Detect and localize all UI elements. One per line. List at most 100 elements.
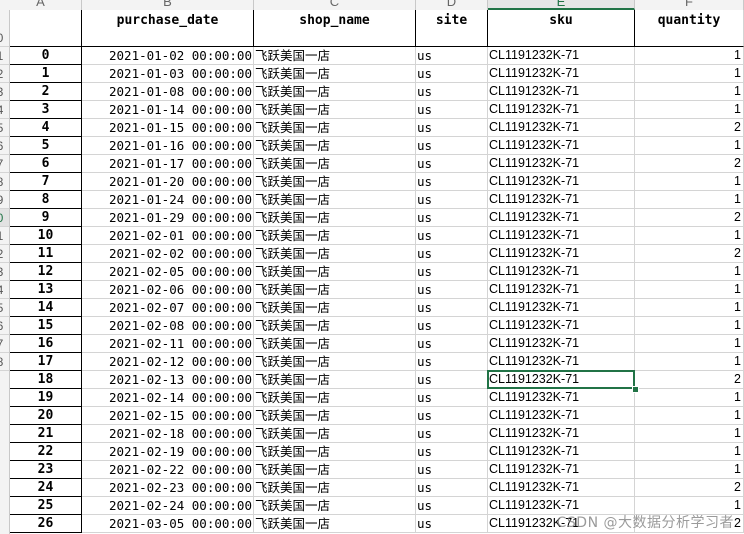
sku-cell[interactable]: CL1191232K-71 [488,335,635,353]
index-cell[interactable]: 4 [10,119,82,137]
index-cell[interactable]: 0 [10,47,82,65]
quantity-cell[interactable]: 2 [635,209,744,227]
shop-name-cell[interactable]: 飞跃美国一店 [254,209,416,227]
column-letter-a[interactable]: A [0,0,82,10]
sku-cell[interactable]: CL1191232K-71 [488,443,635,461]
purchase-date-header[interactable]: purchase_date [82,10,254,47]
purchase-date-cell[interactable]: 2021-03-05 00:00:00 [82,515,254,533]
sku-cell[interactable]: CL1191232K-71 [488,227,635,245]
shop-name-cell[interactable]: 飞跃美国一店 [254,317,416,335]
quantity-cell[interactable]: 1 [635,83,744,101]
row-number[interactable]: 0 [0,29,9,47]
purchase-date-cell[interactable]: 2021-02-23 00:00:00 [82,479,254,497]
quantity-cell[interactable]: 1 [635,461,744,479]
index-cell[interactable]: 26 [10,515,82,533]
shop-name-cell[interactable]: 飞跃美国一店 [254,173,416,191]
site-cell[interactable]: us [416,119,488,137]
index-cell[interactable]: 6 [10,155,82,173]
shop-name-cell[interactable]: 飞跃美国一店 [254,479,416,497]
sku-cell[interactable]: CL1191232K-71 [488,119,635,137]
sku-cell[interactable]: CL1191232K-71 [488,353,635,371]
quantity-cell[interactable]: 1 [635,263,744,281]
row-number[interactable]: 4 [0,281,9,299]
quantity-cell[interactable]: 1 [635,353,744,371]
quantity-cell[interactable]: 1 [635,65,744,83]
site-cell[interactable]: us [416,191,488,209]
index-cell[interactable]: 20 [10,407,82,425]
quantity-cell[interactable]: 1 [635,335,744,353]
shop-name-cell[interactable]: 飞跃美国一店 [254,335,416,353]
quantity-cell[interactable]: 1 [635,299,744,317]
quantity-cell[interactable]: 1 [635,173,744,191]
quantity-cell[interactable]: 1 [635,101,744,119]
site-cell[interactable]: us [416,407,488,425]
shop-name-cell[interactable]: 飞跃美国一店 [254,263,416,281]
sku-cell[interactable]: CL1191232K-71 [488,173,635,191]
purchase-date-cell[interactable]: 2021-02-01 00:00:00 [82,227,254,245]
purchase-date-cell[interactable]: 2021-01-14 00:00:00 [82,101,254,119]
purchase-date-cell[interactable]: 2021-02-13 00:00:00 [82,371,254,389]
purchase-date-cell[interactable]: 2021-02-19 00:00:00 [82,443,254,461]
quantity-cell[interactable]: 2 [635,479,744,497]
shop-name-cell[interactable]: 飞跃美国一店 [254,227,416,245]
site-cell[interactable]: us [416,425,488,443]
index-cell[interactable]: 15 [10,317,82,335]
index-cell[interactable]: 8 [10,191,82,209]
purchase-date-cell[interactable]: 2021-01-17 00:00:00 [82,155,254,173]
site-cell[interactable]: us [416,47,488,65]
sku-cell[interactable]: CL1191232K-71 [488,209,635,227]
shop-name-cell[interactable]: 飞跃美国一店 [254,137,416,155]
row-number[interactable]: 2 [0,65,9,83]
site-cell[interactable]: us [416,389,488,407]
quantity-cell[interactable]: 2 [635,119,744,137]
sku-cell[interactable]: CL1191232K-71 [488,281,635,299]
shop-name-cell[interactable]: 飞跃美国一店 [254,119,416,137]
purchase-date-cell[interactable]: 2021-01-29 00:00:00 [82,209,254,227]
row-number[interactable]: 5 [0,119,9,137]
row-number[interactable]: 9 [0,191,9,209]
site-cell[interactable]: us [416,479,488,497]
column-letter-d[interactable]: D [416,0,488,10]
quantity-cell[interactable]: 1 [635,425,744,443]
purchase-date-cell[interactable]: 2021-02-08 00:00:00 [82,317,254,335]
site-cell[interactable]: us [416,335,488,353]
quantity-cell[interactable]: 2 [635,155,744,173]
site-cell[interactable]: us [416,173,488,191]
sku-cell[interactable]: CL1191232K-71 [488,137,635,155]
purchase-date-cell[interactable]: 2021-01-20 00:00:00 [82,173,254,191]
site-cell[interactable]: us [416,227,488,245]
row-number[interactable]: 3 [0,83,9,101]
site-cell[interactable]: us [416,497,488,515]
sku-cell[interactable]: CL1191232K-71 [488,263,635,281]
sku-cell[interactable]: CL1191232K-71 [488,245,635,263]
row-number[interactable]: 2 [0,245,9,263]
purchase-date-cell[interactable]: 2021-01-02 00:00:00 [82,47,254,65]
shop-name-cell[interactable]: 飞跃美国一店 [254,443,416,461]
sku-cell[interactable]: CL1191232K-71 [488,407,635,425]
sku-cell[interactable]: CL1191232K-71 [488,479,635,497]
purchase-date-cell[interactable]: 2021-01-24 00:00:00 [82,191,254,209]
column-letter-c[interactable]: C [254,0,416,10]
quantity-cell[interactable]: 1 [635,281,744,299]
site-cell[interactable]: us [416,101,488,119]
shop-name-cell[interactable]: 飞跃美国一店 [254,101,416,119]
site-cell[interactable]: us [416,281,488,299]
site-cell[interactable]: us [416,461,488,479]
shop-name-cell[interactable]: 飞跃美国一店 [254,461,416,479]
purchase-date-cell[interactable]: 2021-02-18 00:00:00 [82,425,254,443]
shop-name-cell[interactable]: 飞跃美国一店 [254,245,416,263]
column-letter-f[interactable]: F [635,0,744,10]
sku-cell[interactable]: CL1191232K-71 [488,389,635,407]
shop-name-cell[interactable]: 飞跃美国一店 [254,65,416,83]
site-cell[interactable]: us [416,515,488,533]
index-cell[interactable]: 3 [10,101,82,119]
quantity-header[interactable]: quantity [635,10,744,47]
index-cell[interactable]: 23 [10,461,82,479]
sku-cell[interactable]: CL1191232K-71 [488,101,635,119]
sku-cell[interactable]: CL1191232K-71 [488,155,635,173]
sku-cell[interactable]: CL1191232K-71 [488,191,635,209]
index-cell[interactable]: 17 [10,353,82,371]
quantity-cell[interactable]: 1 [635,47,744,65]
sku-cell[interactable]: CL1191232K-71 [488,317,635,335]
shop-name-cell[interactable]: 飞跃美国一店 [254,497,416,515]
